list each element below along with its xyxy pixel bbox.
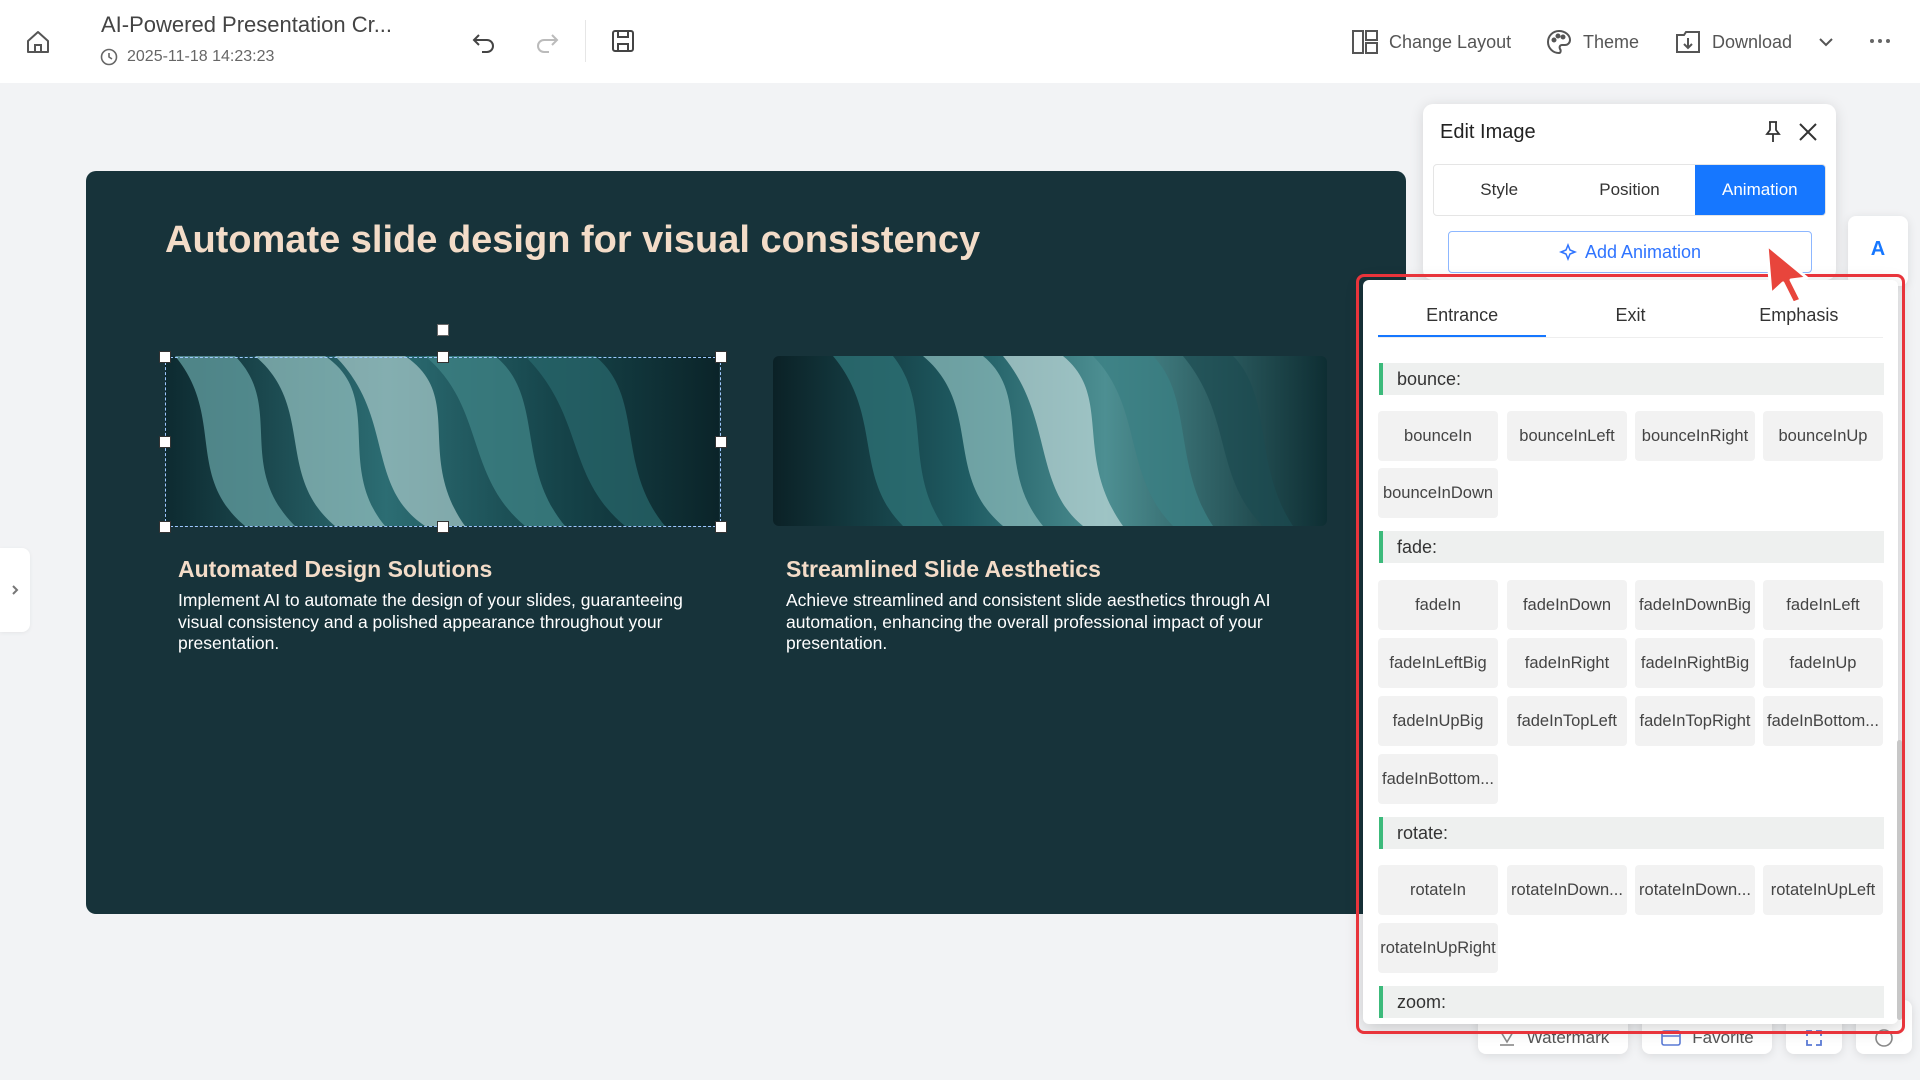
- animation-dropdown: Entrance Exit Emphasis bounce: bounceIn …: [1363, 280, 1898, 1024]
- anim-option[interactable]: rotateInUpRight: [1378, 923, 1498, 973]
- card-title-2[interactable]: Streamlined Slide Aesthetics: [786, 556, 1101, 583]
- section-rotate: rotate:: [1379, 817, 1884, 849]
- slide-canvas[interactable]: Automate slide design for visual consist…: [86, 171, 1406, 914]
- undo-icon: [472, 34, 494, 53]
- anim-option[interactable]: fadeInBottom...: [1378, 754, 1498, 804]
- close-button[interactable]: [1793, 117, 1823, 147]
- panel-title: Edit Image: [1440, 121, 1536, 143]
- more-icon: [1870, 39, 1890, 43]
- sparkle-icon: [1558, 243, 1577, 261]
- anim-option[interactable]: fadeInRight: [1507, 638, 1627, 688]
- anim-option[interactable]: fadeInUpBig: [1378, 696, 1498, 746]
- section-fade: fade:: [1379, 531, 1884, 563]
- change-layout-label: Change Layout: [1389, 31, 1512, 52]
- wave-image-left[interactable]: [165, 356, 719, 526]
- section-bounce: bounce:: [1379, 363, 1884, 395]
- undo-button[interactable]: [467, 24, 501, 58]
- home-icon: [27, 31, 49, 53]
- close-icon: [1799, 123, 1817, 141]
- anim-option[interactable]: bounceInDown: [1378, 468, 1498, 518]
- anim-option[interactable]: rotateInDown...: [1635, 865, 1755, 915]
- animation-type-tabs: Entrance Exit Emphasis: [1378, 300, 1883, 338]
- anim-option[interactable]: fadeInTopLeft: [1507, 696, 1627, 746]
- resize-handle-top-left[interactable]: [159, 351, 171, 363]
- resize-handle-left[interactable]: [159, 436, 171, 448]
- anim-option[interactable]: bounceInUp: [1763, 411, 1883, 461]
- last-saved: 2025-11-18 14:23:23: [99, 47, 274, 67]
- history-icon: [100, 48, 118, 66]
- anim-option[interactable]: fadeInTopRight: [1635, 696, 1755, 746]
- timestamp-text: 2025-11-18 14:23:23: [127, 48, 275, 65]
- anim-option[interactable]: rotateInUpLeft: [1763, 865, 1883, 915]
- anim-option[interactable]: bounceInLeft: [1507, 411, 1627, 461]
- redo-button[interactable]: [530, 24, 564, 58]
- layout-icon: [1352, 30, 1378, 54]
- anim-option[interactable]: fadeInDownBig: [1635, 580, 1755, 630]
- pin-button[interactable]: [1758, 117, 1788, 147]
- top-toolbar: AI-Powered Presentation Cr... 2025-11-18…: [0, 0, 1920, 83]
- anim-option[interactable]: rotateIn: [1378, 865, 1498, 915]
- anim-option[interactable]: bounceInRight: [1635, 411, 1755, 461]
- redo-icon: [537, 34, 559, 53]
- palette-icon: [1547, 29, 1572, 55]
- resize-handle-top-right[interactable]: [715, 351, 727, 363]
- toolbar-divider: [585, 20, 586, 62]
- add-animation-label: Add Animation: [1584, 241, 1702, 262]
- anim-option[interactable]: fadeInDown: [1507, 580, 1627, 630]
- resize-handle-bottom-right[interactable]: [715, 521, 727, 533]
- tab-position[interactable]: Position: [1564, 165, 1694, 215]
- wave-image-right[interactable]: [773, 356, 1327, 526]
- favorite-label: Favorite: [1692, 1028, 1754, 1047]
- anim-option[interactable]: fadeInLeft: [1763, 580, 1883, 630]
- card-title-1[interactable]: Automated Design Solutions: [178, 556, 492, 583]
- download-label: Download: [1712, 31, 1793, 52]
- anim-option[interactable]: fadeInUp: [1763, 638, 1883, 688]
- watermark-label: Watermark: [1526, 1028, 1610, 1047]
- chevron-right-icon: [12, 585, 19, 595]
- favorite-icon: [1661, 1030, 1682, 1046]
- save-button[interactable]: [606, 24, 640, 58]
- theme-button[interactable]: Theme: [1545, 27, 1639, 57]
- panel-tabs: Style Position Animation: [1433, 164, 1826, 216]
- anim-option[interactable]: fadeInBottom...: [1763, 696, 1883, 746]
- save-icon: [612, 30, 634, 52]
- change-layout-button[interactable]: Change Layout: [1351, 27, 1511, 57]
- download-button[interactable]: Download: [1674, 27, 1836, 57]
- resize-handle-top[interactable]: [437, 351, 449, 363]
- rotate-handle[interactable]: [437, 324, 449, 336]
- download-icon: [1676, 31, 1700, 53]
- tab-entrance[interactable]: Entrance: [1378, 300, 1547, 337]
- anim-option[interactable]: fadeIn: [1378, 580, 1498, 630]
- resize-handle-bottom-left[interactable]: [159, 521, 171, 533]
- tab-animation[interactable]: Animation: [1694, 165, 1825, 215]
- slide-title[interactable]: Automate slide design for visual consist…: [165, 219, 980, 262]
- card-description-1[interactable]: Implement AI to automate the design of y…: [178, 590, 708, 655]
- tab-emphasis[interactable]: Emphasis: [1715, 300, 1883, 337]
- anim-option[interactable]: rotateInDown...: [1507, 865, 1627, 915]
- pin-icon: [1765, 121, 1781, 142]
- document-title[interactable]: AI-Powered Presentation Cr...: [101, 12, 392, 38]
- edit-image-panel: Edit Image Style Position Animation Add …: [1423, 104, 1836, 280]
- left-panel-toggle[interactable]: [0, 548, 30, 632]
- section-zoom: zoom:: [1379, 986, 1884, 1018]
- more-button[interactable]: [1868, 26, 1892, 56]
- resize-handle-right[interactable]: [715, 436, 727, 448]
- fullscreen-icon: [1806, 1030, 1822, 1046]
- theme-label: Theme: [1583, 31, 1640, 52]
- anim-option[interactable]: fadeInRightBig: [1635, 638, 1755, 688]
- home-button[interactable]: [22, 26, 54, 58]
- text-tool-button[interactable]: A: [1848, 216, 1908, 286]
- help-icon: [1875, 1029, 1893, 1047]
- tab-style[interactable]: Style: [1434, 165, 1564, 215]
- chevron-down-icon[interactable]: [1816, 32, 1836, 52]
- tab-exit[interactable]: Exit: [1546, 300, 1714, 337]
- text-tool-icon: A: [1870, 238, 1886, 260]
- anim-option[interactable]: fadeInLeftBig: [1378, 638, 1498, 688]
- resize-handle-bottom[interactable]: [437, 521, 449, 533]
- dropdown-scrollbar[interactable]: [1897, 740, 1902, 1020]
- watermark-icon: [1499, 1031, 1514, 1046]
- add-animation-button[interactable]: Add Animation: [1448, 231, 1812, 273]
- anim-option[interactable]: bounceIn: [1378, 411, 1498, 461]
- card-description-2[interactable]: Achieve streamlined and consistent slide…: [786, 590, 1316, 655]
